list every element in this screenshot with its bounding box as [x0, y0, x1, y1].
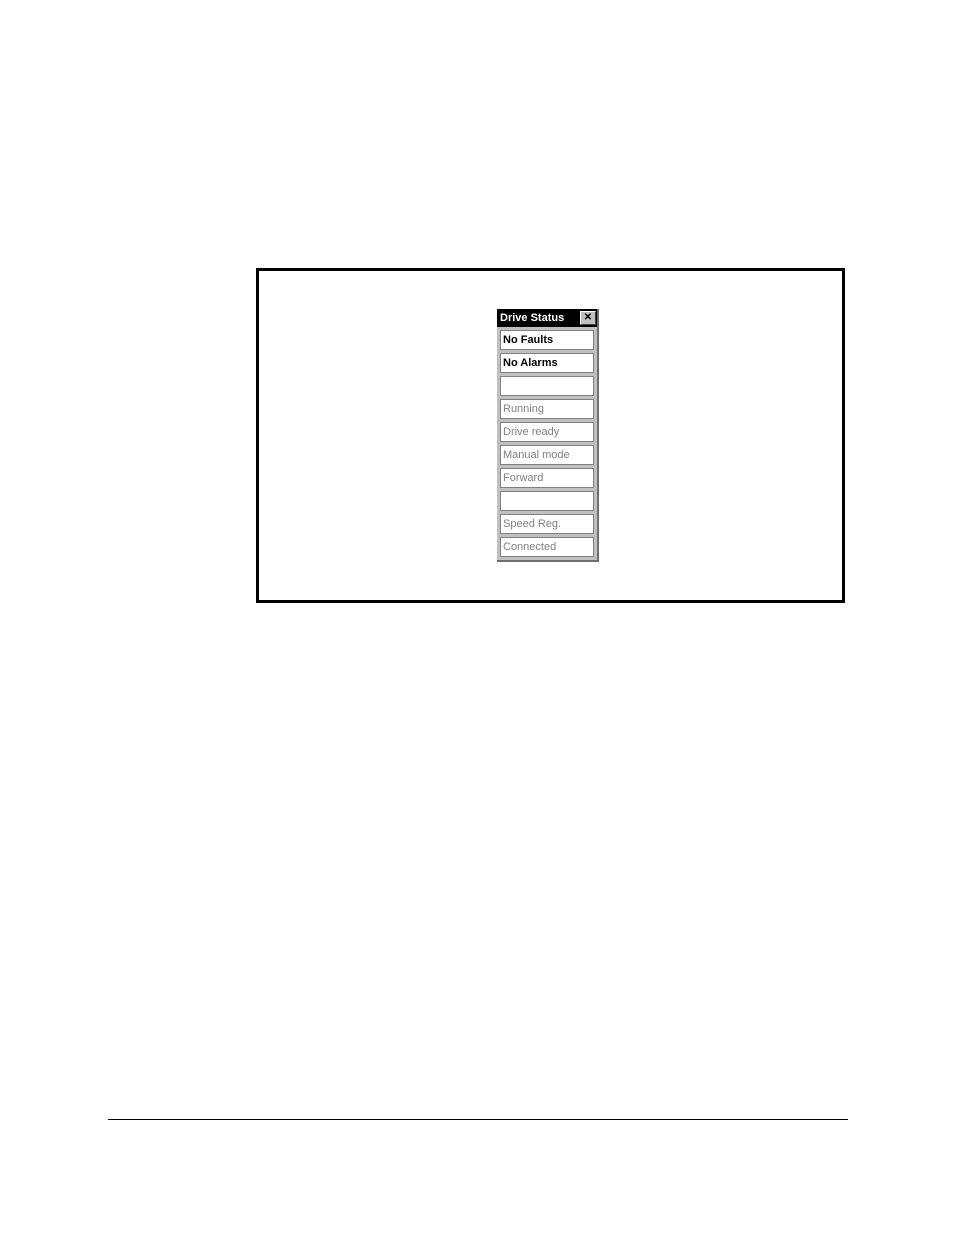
running-text: Running: [503, 403, 544, 415]
speed-reg-field: Speed Reg.: [500, 514, 594, 534]
drive-ready-text: Drive ready: [503, 426, 559, 438]
running-field: Running: [500, 399, 594, 419]
close-icon: ✕: [584, 313, 592, 323]
titlebar-text: Drive Status: [500, 312, 564, 324]
alarms-text: No Alarms: [503, 357, 558, 369]
forward-text: Forward: [503, 472, 543, 484]
manual-mode-field: Manual mode: [500, 445, 594, 465]
titlebar: Drive Status ✕: [497, 309, 597, 327]
blank-field-2: [500, 491, 594, 511]
status-body: No Faults No Alarms Running Drive ready …: [497, 327, 597, 560]
bottom-divider: [108, 1119, 848, 1120]
connected-text: Connected: [503, 541, 556, 553]
drive-status-panel: Drive Status ✕ No Faults No Alarms Runni…: [497, 309, 599, 562]
speed-reg-text: Speed Reg.: [503, 518, 561, 530]
outer-frame: Drive Status ✕ No Faults No Alarms Runni…: [256, 268, 845, 603]
manual-mode-text: Manual mode: [503, 449, 570, 461]
drive-ready-field: Drive ready: [500, 422, 594, 442]
forward-field: Forward: [500, 468, 594, 488]
blank-field-1: [500, 376, 594, 396]
close-button[interactable]: ✕: [580, 311, 596, 325]
alarms-field: No Alarms: [500, 353, 594, 373]
faults-field: No Faults: [500, 330, 594, 350]
connected-field: Connected: [500, 537, 594, 557]
faults-text: No Faults: [503, 334, 553, 346]
